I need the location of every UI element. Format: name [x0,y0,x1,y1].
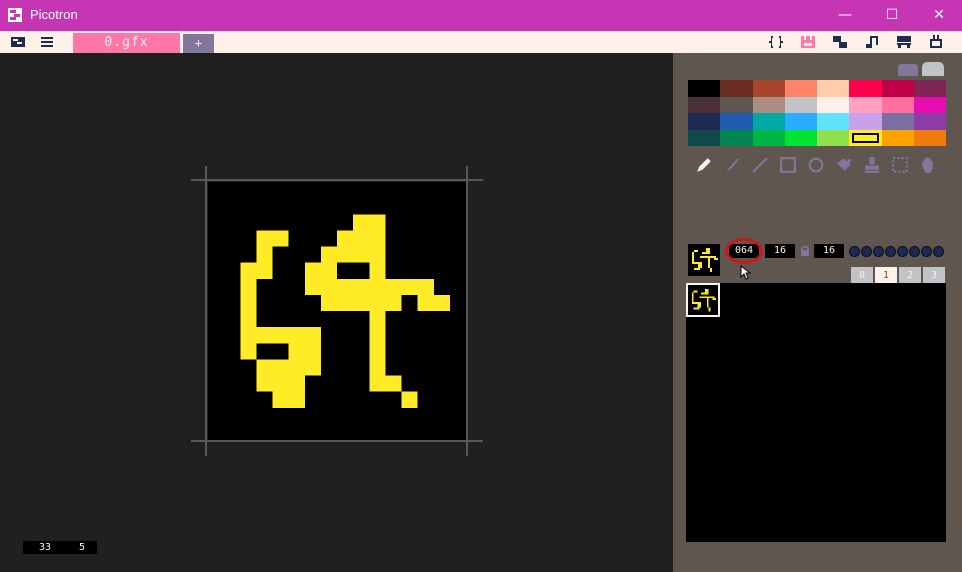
palette-swatch[interactable] [913,129,946,146]
palette-swatch[interactable] [881,129,914,146]
palette-swatch[interactable] [720,129,753,146]
sprite-pixels [240,214,450,408]
picotron-menu-icon[interactable] [10,34,26,50]
palette-swatch[interactable] [784,96,817,113]
selection-icon[interactable] [889,154,911,176]
sprite-flag-toggle[interactable] [849,246,860,257]
bank-tab-2[interactable]: 2 [899,267,921,283]
canvas-guide-right [466,166,468,456]
color-palette[interactable] [688,80,946,146]
line-icon[interactable] [749,154,771,176]
sprite-editor-icon[interactable] [800,34,816,50]
sprite-flag-toggle[interactable] [861,246,872,257]
hand-pan-icon[interactable] [917,154,939,176]
export-icon[interactable] [928,34,944,50]
pencil-icon[interactable] [693,154,715,176]
close-button[interactable]: ✕ [916,0,962,31]
maximize-icon: ☐ [885,7,899,23]
sprite-width-field[interactable]: 16 [765,244,795,258]
palette-swatch[interactable] [720,80,753,97]
minimize-icon: — [838,7,852,23]
palette-swatch[interactable] [913,96,946,113]
palette-mode-icon-a[interactable] [898,64,918,76]
cursor-y: 5 [79,542,86,553]
palette-swatch[interactable] [881,96,914,113]
palette-swatch[interactable] [688,129,721,146]
close-icon: ✕ [933,7,945,23]
mouse-cursor-icon [740,265,752,280]
canvas-guide-top [191,179,483,181]
minimize-button[interactable]: — [822,0,868,31]
code-editor-icon[interactable] [768,34,784,50]
maximize-button[interactable]: ☐ [869,0,915,31]
palette-swatch[interactable] [849,113,882,130]
palette-swatch[interactable] [817,80,850,97]
palette-swatch[interactable] [913,80,946,97]
sprite-height-field[interactable]: 16 [814,244,844,258]
canvas-guide-bottom [191,440,483,442]
bank-tab-3[interactable]: 3 [923,267,945,283]
sprite-flag-toggle[interactable] [885,246,896,257]
window-title: Picotron [30,7,78,22]
palette-swatch[interactable] [784,113,817,130]
palette-mode-icons [898,62,944,76]
sprite-sheet-cell-pixels [691,288,717,312]
stamp-icon[interactable] [861,154,883,176]
palette-swatch[interactable] [720,96,753,113]
music-editor-icon[interactable] [896,34,912,50]
palette-swatch[interactable] [752,113,785,130]
sprite-flag-toggle[interactable] [897,246,908,257]
sprite-canvas[interactable] [208,182,466,440]
palette-swatch[interactable] [688,113,721,130]
sfx-editor-icon[interactable] [864,34,880,50]
palette-swatch[interactable] [752,96,785,113]
palette-swatch[interactable] [688,80,721,97]
palette-swatch[interactable] [881,80,914,97]
palette-mode-icon-b[interactable] [922,62,944,76]
bank-tab-0[interactable]: 0 [851,267,873,283]
highlight-circle [725,238,763,264]
workspace-toolbar: 0.gfx + [0,31,962,53]
current-sprite-thumbnail [688,244,720,276]
lock-icon[interactable] [799,245,811,257]
sprite-flag-toggle[interactable] [933,246,944,257]
map-editor-icon[interactable] [832,34,848,50]
rectangle-icon[interactable] [777,154,799,176]
hamburger-menu-icon[interactable] [39,34,55,50]
cursor-x: 33 [39,542,52,553]
palette-swatch[interactable] [817,113,850,130]
palette-swatch[interactable] [720,113,753,130]
sprite-thumbnail-pixels [692,248,718,272]
sprite-flag-toggle[interactable] [909,246,920,257]
palette-swatch[interactable] [817,129,850,146]
bank-tab-1[interactable]: 1 [875,267,897,283]
sprite-sheet[interactable] [686,283,946,542]
palette-swatch[interactable] [784,129,817,146]
palette-swatch[interactable] [913,113,946,130]
palette-swatch[interactable] [752,129,785,146]
file-tab[interactable]: 0.gfx [73,33,180,53]
palette-swatch[interactable] [849,80,882,97]
palette-swatch[interactable] [817,96,850,113]
canvas-guide-left [205,166,207,456]
palette-swatch[interactable] [849,96,882,113]
palette-swatch[interactable] [849,129,882,146]
palette-swatch[interactable] [784,80,817,97]
palette-swatch[interactable] [688,96,721,113]
palette-swatch[interactable] [881,113,914,130]
palette-swatch[interactable] [752,80,785,97]
sprite-flag-toggle[interactable] [921,246,932,257]
picotron-logo-icon [8,8,22,22]
sprite-flag-toggle[interactable] [873,246,884,257]
title-bar: Picotron — ☐ ✕ [0,0,962,31]
sprite-sheet-cell-selected[interactable] [686,283,720,317]
fill-bucket-icon[interactable] [833,154,855,176]
sprite-bank-tabs: 0123 [851,267,946,283]
brush-icon[interactable] [721,154,743,176]
circle-icon[interactable] [805,154,827,176]
drawing-tools [688,154,946,176]
new-tab-button[interactable]: + [183,34,214,53]
cursor-coordinates: 33 5 [23,541,97,554]
